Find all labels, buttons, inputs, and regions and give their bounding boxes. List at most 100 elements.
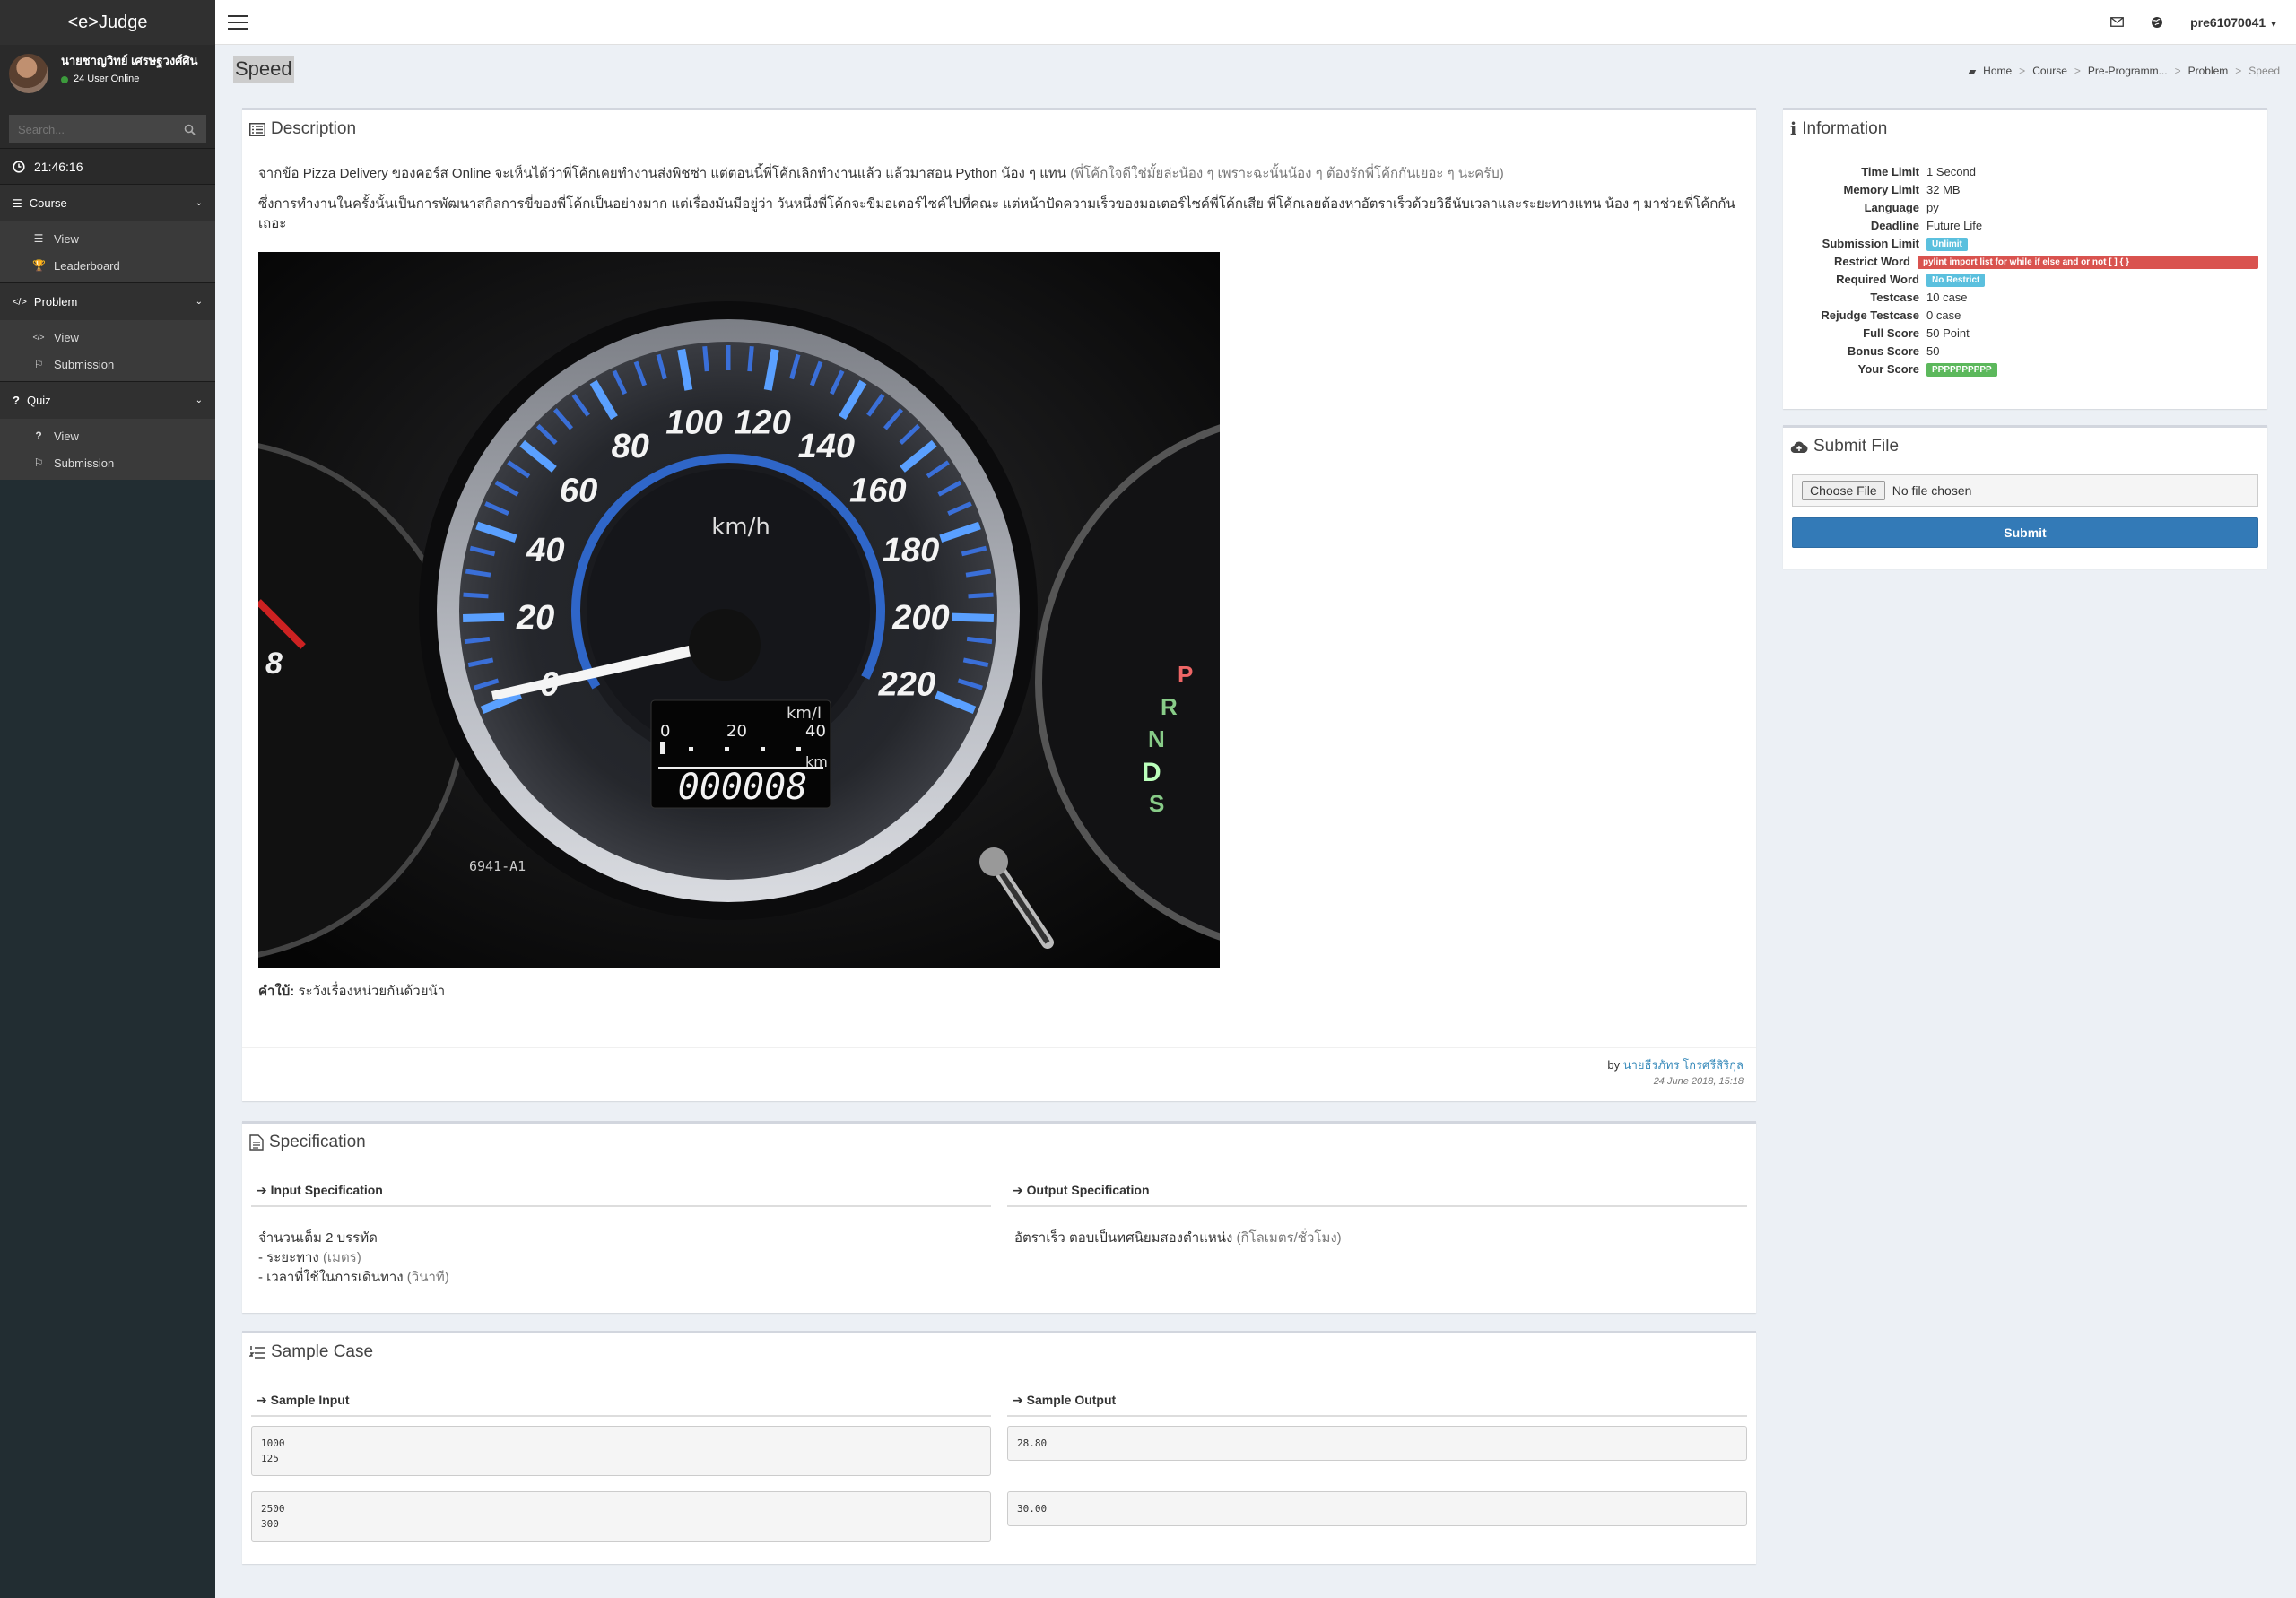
breadcrumb-course[interactable]: Course bbox=[2032, 65, 2067, 77]
description-text-1-note: (พี่โค้กใจดีใช่มั้ยล่ะน้อง ๆ เพราะฉะนั้น… bbox=[1070, 166, 1504, 181]
nav-course[interactable]: ☰ Course ⌄ bbox=[0, 184, 215, 221]
nav-problem-view[interactable]: </> View bbox=[0, 324, 215, 351]
info-key: Time Limit bbox=[1861, 164, 1919, 178]
gear-r: R bbox=[1161, 693, 1178, 720]
nav-problem[interactable]: </> Problem ⌄ bbox=[0, 282, 215, 320]
author-link[interactable]: นายธีรภัทร โกรศรีสิริกุล bbox=[1623, 1058, 1744, 1072]
clock-time: 21:46:16 bbox=[34, 159, 83, 174]
app-logo[interactable]: <e>Judge bbox=[0, 0, 215, 45]
information-title: Information bbox=[1802, 119, 1888, 138]
info-key: Restrict Word bbox=[1834, 254, 1910, 268]
gauge-speed-label: 220 bbox=[878, 666, 935, 704]
submit-button[interactable]: Submit bbox=[1792, 517, 2258, 548]
description-header: Description bbox=[242, 110, 1756, 148]
info-key: Full Score bbox=[1863, 326, 1919, 340]
output-spec-header: ➔ Output Specification bbox=[1007, 1176, 1747, 1207]
status-badge: No Restrict bbox=[1926, 273, 1986, 287]
post-date: 24 June 2018, 15:18 bbox=[1653, 1076, 1744, 1087]
search-button[interactable] bbox=[173, 115, 206, 143]
sample-output-title: Sample Output bbox=[1026, 1393, 1117, 1407]
nav-quiz-sub: ? View ⚐ Submission bbox=[0, 419, 215, 480]
file-status: No file chosen bbox=[1892, 483, 1972, 498]
caret-down-icon: ▼ bbox=[2269, 19, 2278, 30]
sample-case-title: Sample Case bbox=[271, 1342, 374, 1361]
user-panel: นายชาญวิทย์ เศรษฐวงศ์ศิน 24 User Online bbox=[0, 45, 215, 108]
nav-item-label: View bbox=[54, 429, 79, 443]
output-spec-text: อัตราเร็ว ตอบเป็นทศนิยมสองตำแหน่ง bbox=[1014, 1230, 1233, 1246]
gauge-tick bbox=[464, 636, 491, 645]
input-spec-line: - ระยะทาง bbox=[258, 1250, 319, 1265]
output-spec-body: อัตราเร็ว ตอบเป็นทศนิยมสองตำแหน่ง (กิโลเ… bbox=[1007, 1207, 1747, 1248]
nav-problem-label: Problem bbox=[33, 295, 78, 308]
nav-quiz-submission[interactable]: ⚐ Submission bbox=[0, 449, 215, 476]
submit-file-title: Submit File bbox=[1813, 437, 1900, 456]
flag-icon: ⚐ bbox=[33, 456, 44, 469]
gauge-speed-label: 20 bbox=[516, 599, 554, 637]
cloud-upload-icon bbox=[1790, 441, 1808, 453]
info-value: 10 case bbox=[1926, 290, 1968, 304]
gauge-fuel-unit: km/l bbox=[787, 704, 822, 723]
list-icon: ☰ bbox=[33, 232, 44, 245]
nav-item-label: View bbox=[54, 330, 79, 344]
list-alt-icon bbox=[249, 122, 265, 136]
sidebar-search bbox=[0, 108, 215, 148]
description-text-1: จากข้อ Pizza Delivery ของคอร์ส Online จะ… bbox=[258, 166, 1067, 181]
info-key: Submission Limit bbox=[1822, 236, 1919, 250]
user-menu[interactable]: pre61070041 ▼ bbox=[2190, 15, 2278, 30]
avatar bbox=[9, 54, 48, 93]
info-icon: i bbox=[1790, 119, 1797, 139]
sample-output-2: 30.00 bbox=[1007, 1491, 1747, 1526]
breadcrumb-course-name[interactable]: Pre-Programm... bbox=[2088, 65, 2168, 77]
nav-quiz-view[interactable]: ? View bbox=[0, 422, 215, 449]
gauge-fuel-tick-2: 40 bbox=[805, 722, 826, 741]
submit-file-box: Submit File Choose File No file chosen S… bbox=[1783, 425, 2267, 569]
list-ol-icon bbox=[249, 1346, 265, 1359]
nav-quiz-label: Quiz bbox=[26, 394, 51, 407]
author-prefix: by bbox=[1607, 1058, 1621, 1072]
info-value: 50 bbox=[1926, 343, 1940, 358]
sign-in-icon: ➔ bbox=[257, 1393, 267, 1407]
search-input[interactable] bbox=[9, 115, 173, 143]
breadcrumb-home[interactable]: Home bbox=[1983, 65, 2012, 77]
gauge-speed-label: 80 bbox=[612, 428, 649, 465]
username: pre61070041 bbox=[2190, 14, 2266, 30]
speedometer-image: 8 P R N D S 0 20 40 60 80 100 120140 160 180 200 2… bbox=[258, 252, 1220, 968]
breadcrumb-problem[interactable]: Problem bbox=[2188, 65, 2229, 77]
nav-item-label: Leaderboard bbox=[54, 258, 120, 273]
code-icon: </> bbox=[13, 296, 27, 308]
submit-file-header: Submit File bbox=[1783, 428, 2267, 465]
nav-course-sub: ☰ View 🏆 Leaderboard bbox=[0, 221, 215, 282]
info-value: py bbox=[1926, 200, 1939, 214]
nav-course-view[interactable]: ☰ View bbox=[0, 225, 215, 252]
file-input[interactable]: Choose File No file chosen bbox=[1792, 474, 2258, 507]
input-spec-line: - เวลาที่ใช้ในการเดินทาง bbox=[258, 1270, 404, 1285]
gauge-speed-label: 140 bbox=[798, 428, 855, 465]
search-icon bbox=[184, 124, 196, 135]
nav-quiz[interactable]: ? Quiz ⌄ bbox=[0, 381, 215, 419]
sample-output-1: 28.80 bbox=[1007, 1426, 1747, 1461]
gear-n: N bbox=[1148, 725, 1165, 752]
gauge-speed-label: 200 bbox=[891, 599, 949, 637]
nav-problem-submission[interactable]: ⚐ Submission bbox=[0, 351, 215, 378]
information-box: i Information Time Limit 1 Second Memory … bbox=[1783, 108, 2267, 409]
mail-icon[interactable] bbox=[2110, 17, 2125, 27]
description-text-2: ซึ่งการทำงานในครั้งนั้นเป็นการพัฒนาสกิลก… bbox=[258, 196, 1735, 231]
input-spec-unit: (วินาที) bbox=[406, 1270, 449, 1285]
description-paragraph: จากข้อ Pizza Delivery ของคอร์ส Online จะ… bbox=[258, 164, 1740, 184]
nav-course-leaderboard[interactable]: 🏆 Leaderboard bbox=[0, 252, 215, 279]
sign-out-icon: ➔ bbox=[1013, 1393, 1023, 1407]
gauge-odometer: 000008 bbox=[678, 767, 808, 808]
gauge-speed-label: 100 bbox=[665, 404, 722, 441]
sample-case-header: Sample Case bbox=[242, 1333, 1756, 1371]
file-text-icon bbox=[249, 1134, 264, 1151]
input-spec-header: ➔ Input Specification bbox=[251, 1176, 991, 1207]
trophy-icon: 🏆 bbox=[32, 259, 46, 272]
menu-toggle-icon[interactable] bbox=[228, 14, 248, 30]
hint-text: ระวังเรื่องหน่วยกันด้วยน้า bbox=[298, 984, 446, 999]
flag-icon: ⚐ bbox=[33, 358, 44, 370]
choose-file-button[interactable]: Choose File bbox=[1802, 481, 1885, 500]
nav-problem-sub: </> View ⚐ Submission bbox=[0, 320, 215, 381]
info-key: Language bbox=[1864, 200, 1919, 214]
globe-icon[interactable] bbox=[2151, 16, 2163, 29]
user-name: นายชาญวิทย์ เศรษฐวงศ์ศิน bbox=[61, 54, 198, 67]
